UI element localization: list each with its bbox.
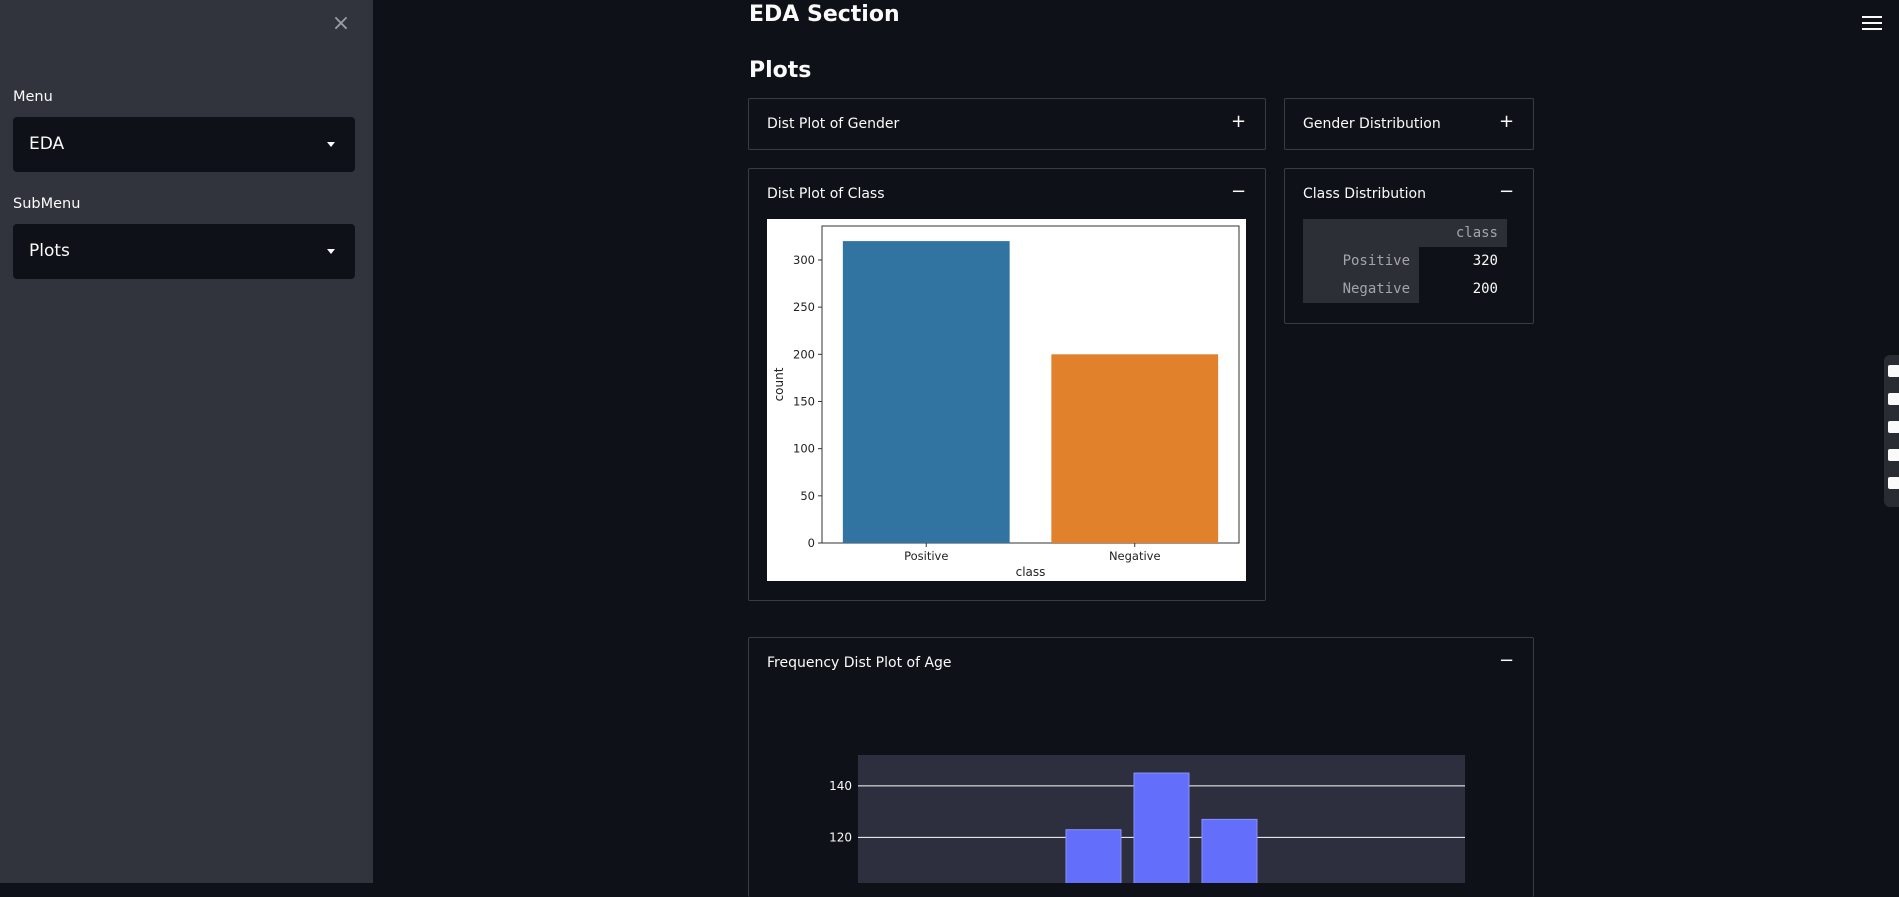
histogram-bar [1133, 772, 1190, 883]
y-tick-label: 300 [793, 253, 815, 267]
expander-title: Class Distribution [1303, 186, 1426, 202]
menu-select-value: EDA [29, 134, 65, 154]
chevron-down-icon [327, 249, 335, 254]
bar-negative [1051, 354, 1219, 543]
submenu-select-value: Plots [29, 241, 70, 261]
y-tick-label: 0 [808, 536, 815, 550]
y-tick-label: 100 [793, 442, 815, 456]
column-header: class [1419, 219, 1507, 247]
y-tick-label: 250 [793, 300, 815, 314]
row-index: Positive [1303, 247, 1419, 275]
collapse-minus-icon[interactable]: − [1499, 181, 1514, 202]
table-row: Positive 320 [1303, 247, 1507, 275]
y-tick-label: 140 [829, 779, 852, 793]
menu-label: Menu [13, 89, 53, 105]
submenu-select[interactable]: Plots [13, 224, 355, 279]
y-tick-label: 120 [829, 830, 852, 844]
bar-positive [842, 241, 1010, 543]
expander-title: Frequency Dist Plot of Age [767, 655, 952, 671]
copy-icon[interactable] [1888, 449, 1899, 461]
table-corner-cell [1303, 219, 1419, 247]
table-header-row: class [1303, 219, 1507, 247]
row-index: Negative [1303, 275, 1419, 303]
expand-plus-icon[interactable]: + [1499, 111, 1514, 132]
expander-title: Dist Plot of Class [767, 186, 885, 202]
submenu-label: SubMenu [13, 196, 81, 212]
pin-icon[interactable] [1888, 365, 1899, 377]
hamburger-menu-icon[interactable] [1862, 16, 1882, 34]
class-count-chart: Positive Negative 0 50 100 150 200 250 300 class c… [772, 225, 1240, 579]
cell-value: 320 [1419, 247, 1507, 275]
cell-value: 200 [1419, 275, 1507, 303]
class-count-plot: Positive Negative 0 50 100 150 200 250 300 class c… [767, 219, 1246, 581]
section-title: Plots [749, 58, 812, 83]
menu-select[interactable]: EDA [13, 117, 355, 172]
expander-title: Gender Distribution [1303, 116, 1441, 132]
y-tick-label: 200 [793, 347, 815, 361]
x-axis-label: class [1016, 565, 1046, 579]
y-axis-label: count [772, 367, 786, 401]
expander-title: Dist Plot of Gender [767, 116, 900, 132]
expander-class-distribution[interactable]: Class Distribution − class Positive 320 … [1284, 168, 1534, 324]
x-tick-label: Positive [904, 549, 948, 563]
histogram-bar [1065, 829, 1122, 883]
expander-gender-distribution[interactable]: Gender Distribution + [1284, 98, 1534, 150]
y-tick-label: 50 [800, 489, 815, 503]
expander-gender-dist-plot[interactable]: Dist Plot of Gender + [748, 98, 1266, 150]
collapse-minus-icon[interactable]: − [1231, 181, 1246, 202]
class-dataframe: class Positive 320 Negative 200 [1303, 219, 1507, 303]
chevron-down-icon [327, 142, 335, 147]
expand-plus-icon[interactable]: + [1231, 111, 1246, 132]
camera-icon[interactable] [1888, 393, 1899, 405]
y-tick-label: 150 [793, 394, 815, 408]
table-row: Negative 200 [1303, 275, 1507, 303]
expander-class-dist-plot[interactable]: Dist Plot of Class − Positive Negative 0 50… [748, 168, 1266, 601]
page-title: EDA Section [749, 2, 900, 27]
side-toolbar[interactable] [1884, 355, 1899, 507]
histogram-bar [1201, 818, 1258, 883]
square-icon[interactable] [1888, 421, 1899, 433]
collapse-minus-icon[interactable]: − [1499, 650, 1514, 671]
sidebar: × Menu EDA SubMenu Plots [0, 0, 373, 883]
gear-icon[interactable] [1888, 477, 1899, 489]
x-tick-label: Negative [1109, 549, 1161, 563]
close-icon[interactable]: × [329, 12, 353, 36]
age-frequency-chart[interactable]: 100120140 [800, 740, 1480, 883]
